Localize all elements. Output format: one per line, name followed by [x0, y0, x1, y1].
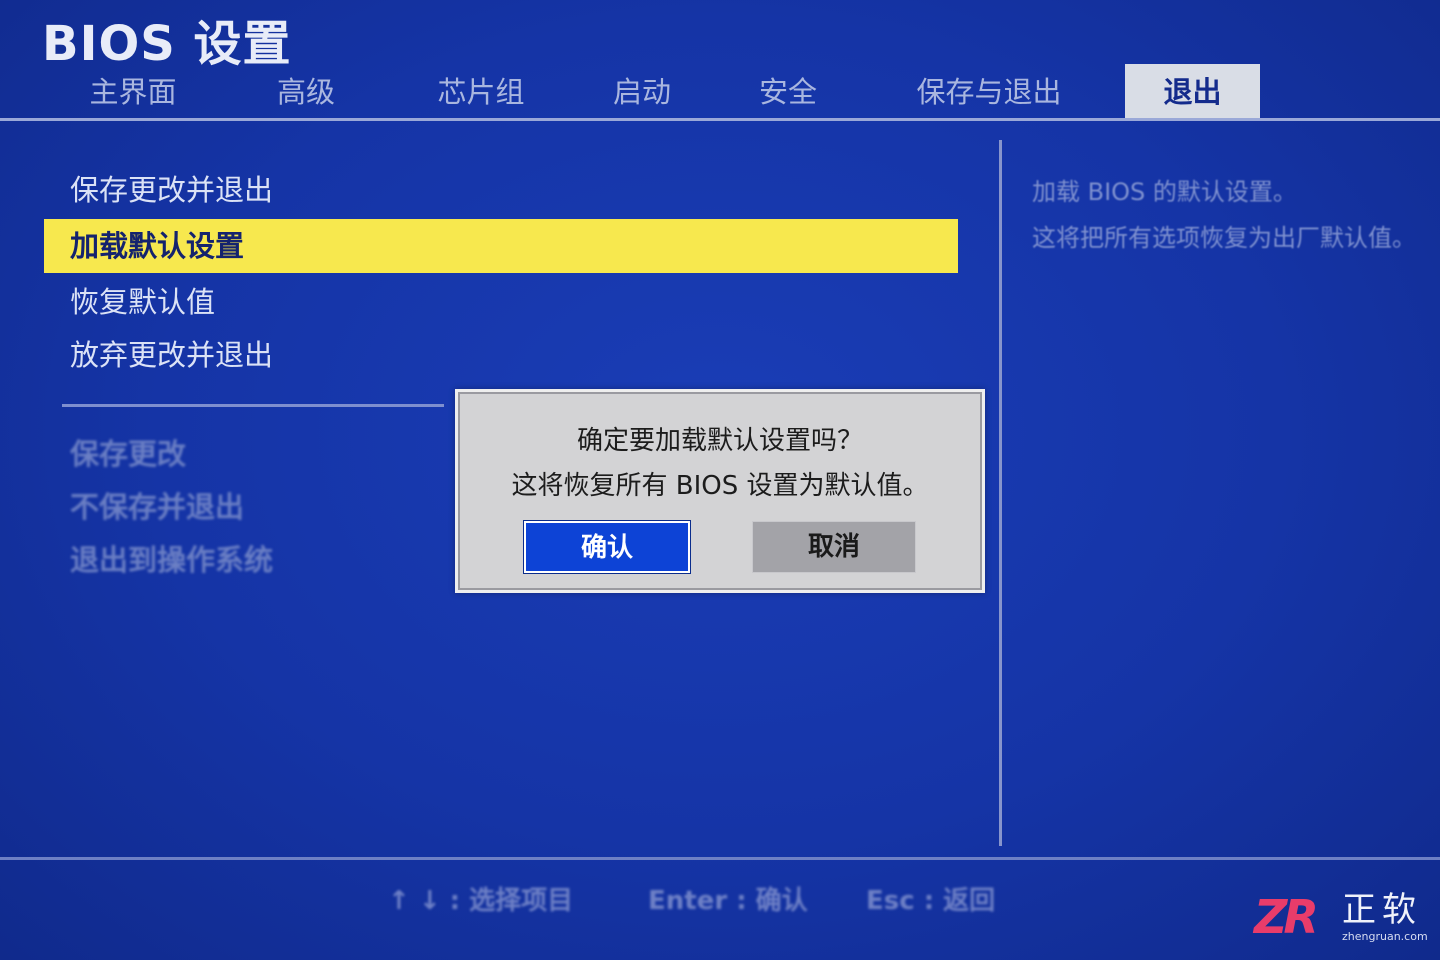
tab-security[interactable]: 安全: [738, 64, 838, 120]
hint-enter: Enter : 确认: [648, 886, 808, 916]
tab-advanced[interactable]: 高级: [256, 64, 356, 120]
tab-chipset[interactable]: 芯片组: [420, 64, 542, 120]
tab-bar: 主界面 高级 芯片组 启动 安全 保存与退出 退出: [0, 64, 1440, 120]
logo-mark-icon: ZR: [1254, 890, 1319, 944]
menu-item-save-exit[interactable]: 保存更改并退出: [70, 168, 273, 212]
menu-item-exit-to-os[interactable]: 退出到操作系统: [70, 538, 273, 582]
menu-divider: [62, 404, 444, 407]
menu-item-exit-without-saving[interactable]: 不保存并退出: [70, 485, 244, 529]
watermark-logo: ZR 正软 zhengruan.com: [1254, 890, 1434, 950]
confirm-dialog: 确定要加载默认设置吗？ 这将恢复所有 BIOS 设置为默认值。 确认 取消: [455, 389, 985, 593]
footer-divider: [0, 857, 1440, 860]
tab-boot[interactable]: 启动: [592, 64, 692, 120]
logo-domain: zhengruan.com: [1342, 930, 1428, 943]
tab-exit[interactable]: 退出: [1125, 64, 1260, 120]
dialog-detail: 这将恢复所有 BIOS 设置为默认值。: [511, 471, 929, 501]
menu-item-load-defaults[interactable]: 加载默认设置: [44, 219, 958, 273]
menu-item-discard-exit[interactable]: 放弃更改并退出: [70, 333, 273, 377]
tab-main[interactable]: 主界面: [70, 64, 196, 120]
hint-navigate: ↑ ↓ : 选择项目: [388, 886, 574, 916]
menu-item-save-changes[interactable]: 保存更改: [70, 432, 186, 476]
hint-esc: Esc : 返回: [866, 886, 996, 916]
logo-name: 正软: [1342, 890, 1422, 930]
dialog-question: 确定要加载默认设置吗？: [576, 426, 863, 456]
confirm-button[interactable]: 确认: [524, 521, 690, 573]
help-line-1: 加载 BIOS 的默认设置。: [1032, 178, 1297, 206]
cancel-button[interactable]: 取消: [752, 521, 916, 573]
panel-divider: [999, 140, 1002, 846]
tab-divider: [0, 118, 1440, 121]
help-line-2: 这将把所有选项恢复为出厂默认值。: [1032, 224, 1416, 252]
menu-item-restore-defaults[interactable]: 恢复默认值: [70, 280, 215, 324]
tab-save-exit[interactable]: 保存与退出: [894, 64, 1084, 120]
